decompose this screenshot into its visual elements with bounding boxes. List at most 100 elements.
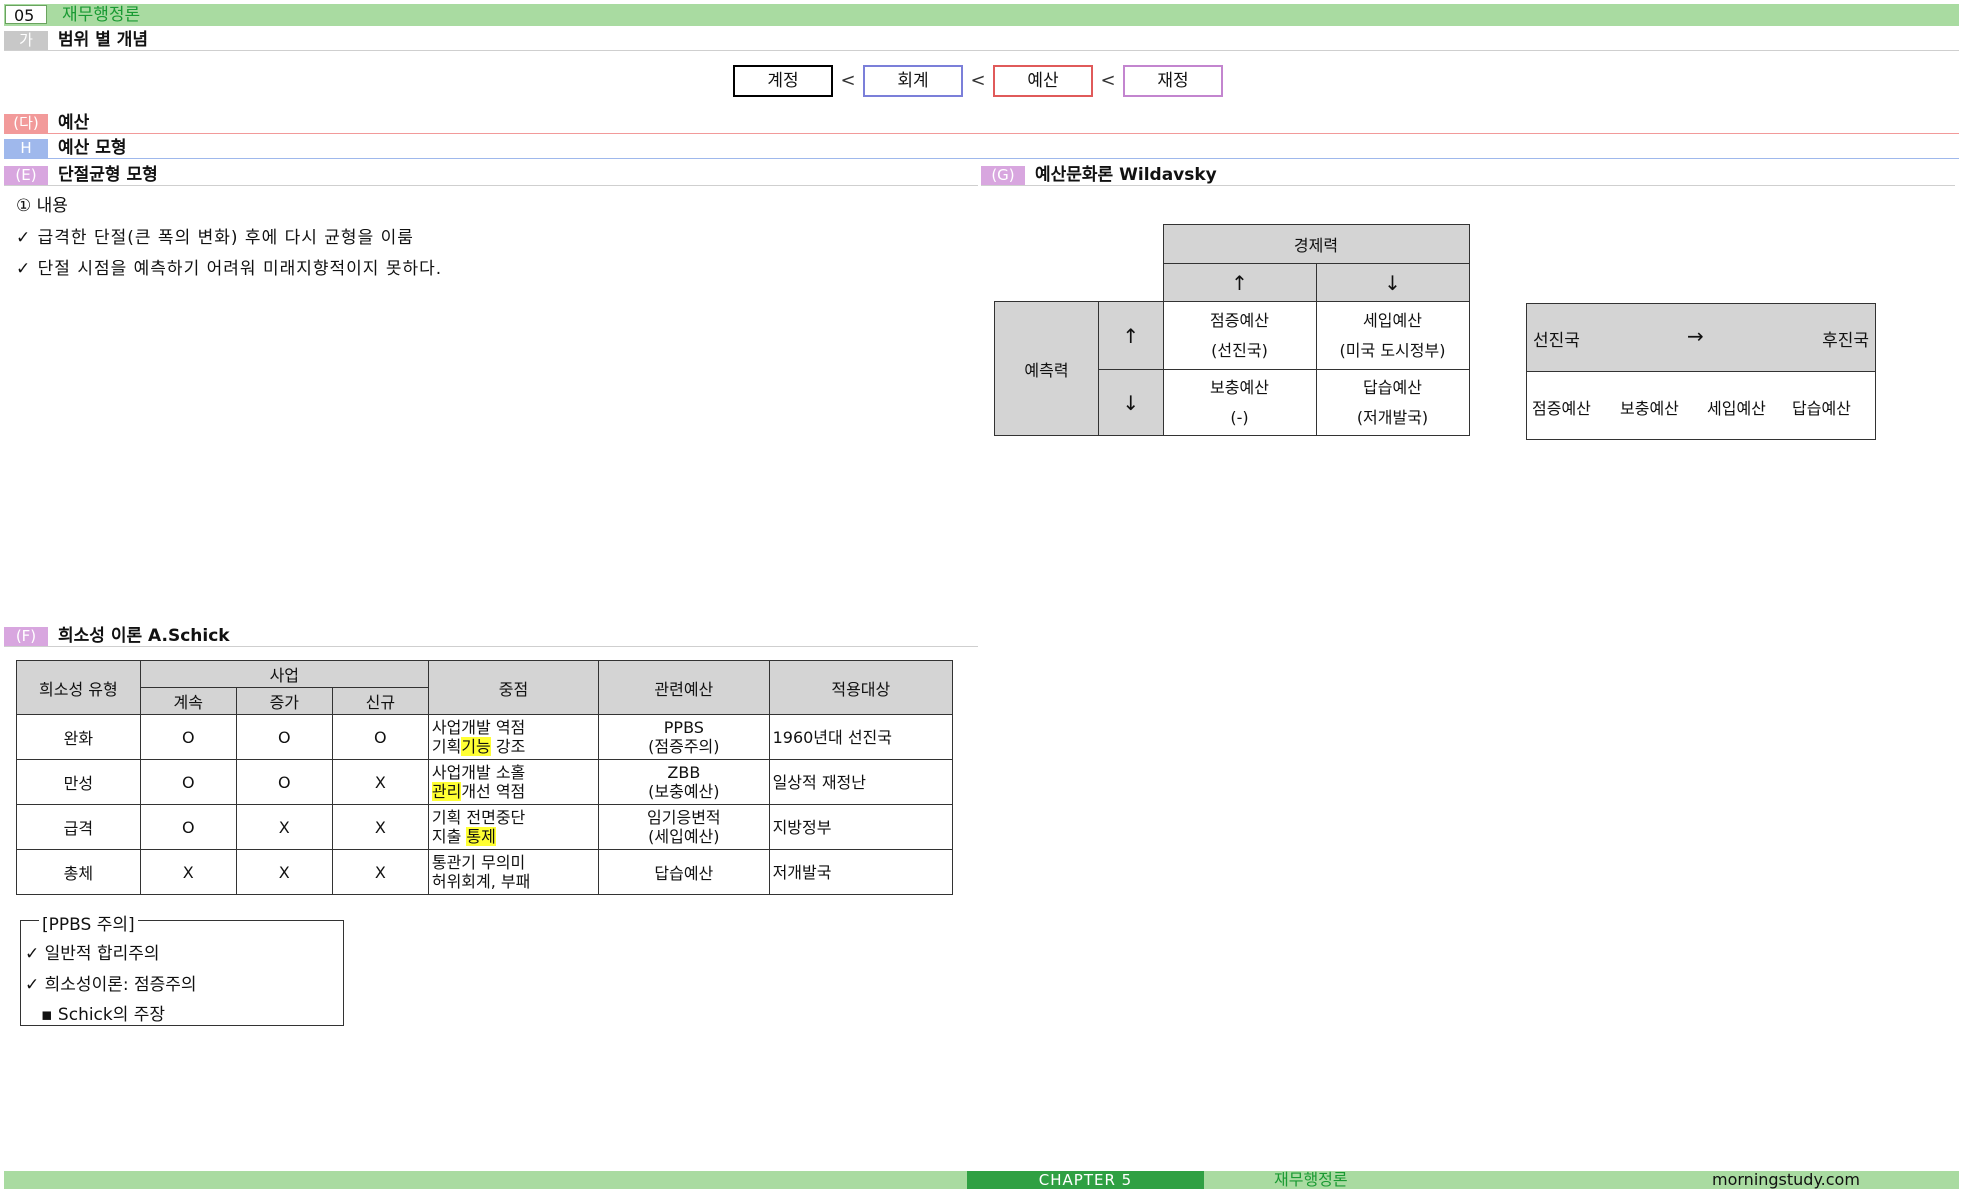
flow-item-accounting: 회계 [863, 65, 963, 97]
matrix-cell: 보충예산 (-) [1162, 369, 1317, 436]
mark-cell: O [235, 714, 333, 760]
header-target: 적용대상 [768, 660, 954, 715]
mark-cell: X [139, 849, 237, 895]
section-tag: (G) [981, 166, 1025, 185]
section-tag: (F) [4, 627, 48, 646]
section-f-heading: (F) 희소성 이론 A.Schick [4, 625, 978, 647]
section-title: 단절균형 모형 [58, 165, 158, 185]
to-label: 후진국 [1822, 331, 1869, 351]
focus-cell: 기획 전면중단 지출 통제 [427, 804, 600, 850]
note-item: ▪ Schick의 주장 [41, 1005, 166, 1025]
note-title: [PPBS 주의] [39, 910, 138, 935]
header-sub: 계속 [139, 687, 237, 715]
mark-cell: O [139, 804, 237, 850]
target-cell: 지방정부 [768, 804, 954, 850]
section-e-heading: (E) 단절균형 모형 [4, 164, 978, 186]
target-cell: 저개발국 [768, 849, 954, 895]
section-title: 예산 [58, 113, 90, 133]
mark-cell: X [331, 804, 429, 850]
header-project: 사업 [139, 660, 429, 688]
mark-cell: O [235, 759, 333, 805]
content-heading: ① 내용 [16, 196, 68, 216]
header-budget: 관련예산 [598, 660, 770, 715]
header-bar [4, 4, 1959, 26]
table-row: 완화 O O O 사업개발 역점 기획기능 강조 PPBS (점증주의) 1960년… [16, 714, 954, 760]
stage-label: 점증예산 [1532, 399, 1591, 418]
mark-cell: X [331, 849, 429, 895]
mark-cell: X [235, 804, 333, 850]
section-ga-heading: 가 범위 별 개념 [4, 29, 1959, 51]
mark-cell: O [139, 714, 237, 760]
footer-chapter: CHAPTER 5 [967, 1171, 1204, 1189]
budget-cell: ZBB (보충예산) [598, 759, 770, 805]
arrow-up-icon: ↑ [1162, 263, 1317, 302]
stage-label: 답습예산 [1792, 399, 1851, 418]
footer-title: 재무행정론 [1274, 1170, 1348, 1189]
header-sub: 신규 [331, 687, 429, 715]
section-title: 희소성 이론 A.Schick [58, 626, 230, 646]
col-header: 경제력 [1162, 224, 1470, 264]
section-tag: (다) [4, 114, 48, 133]
mark-cell: O [139, 759, 237, 805]
bullet-item: ✓ 급격한 단절(큰 폭의 변화) 후에 다시 균형을 이룸 [16, 228, 414, 248]
arrow-right-icon: → [1687, 324, 1704, 348]
target-cell: 1960년대 선진국 [768, 714, 954, 760]
section-tag: H [4, 139, 48, 158]
matrix-cell: 점증예산 (선진국) [1162, 301, 1317, 370]
target-cell: 일상적 재정난 [768, 759, 954, 805]
arrow-down-icon: ↓ [1315, 263, 1470, 302]
footer-site: morningstudy.com [1712, 1170, 1860, 1189]
section-title: 예산문화론 Wildavsky [1035, 165, 1217, 185]
type-cell: 만성 [16, 759, 141, 805]
section-da-heading: (다) 예산 [4, 112, 1959, 134]
flow-item-account: 계정 [733, 65, 833, 97]
mark-cell: O [331, 714, 429, 760]
mark-cell: X [235, 849, 333, 895]
type-cell: 급격 [16, 804, 141, 850]
budget-cell: 임기응변적 (세입예산) [598, 804, 770, 850]
flow-item-budget: 예산 [993, 65, 1093, 97]
header-focus: 중점 [427, 660, 600, 715]
page-title: 재무행정론 [62, 5, 141, 25]
note-item: ✓ 희소성이론: 점증주의 [25, 975, 197, 995]
section-h-heading: H 예산 모형 [4, 137, 1959, 159]
stage-label: 보충예산 [1620, 399, 1679, 418]
section-g-heading: (G) 예산문화론 Wildavsky [981, 164, 1955, 186]
table-row: 총체 X X X 통관기 무의미 허위회계, 부패 답습예산 저개발국 [16, 849, 954, 895]
table-row: 급격 O X X 기획 전면중단 지출 통제 임기응변적 (세입예산) 지방정부 [16, 804, 954, 850]
ppbs-note-box: [PPBS 주의] ✓ 일반적 합리주의 ✓ 희소성이론: 점증주의 ▪ Sch… [20, 910, 344, 1026]
matrix-cell: 답습예산 (저개발국) [1315, 369, 1470, 436]
bullet-item: ✓ 단절 시점을 예측하기 어려워 미래지향적이지 못하다. [16, 259, 443, 279]
flow-diagram: 계정 < 회계 < 예산 < 재정 [733, 65, 1223, 97]
matrix-cell: 세입예산 (미국 도시정부) [1315, 301, 1470, 370]
focus-cell: 사업개발 역점 기획기능 강조 [427, 714, 600, 760]
section-title: 범위 별 개념 [58, 30, 149, 50]
budget-cell: PPBS (점증주의) [598, 714, 770, 760]
arrow-up-icon: ↑ [1098, 301, 1164, 370]
table-row: 만성 O O X 사업개발 소홀 관리개선 역점 ZBB (보충예산) 일상적 재정… [16, 759, 954, 805]
arrow-down-icon: ↓ [1098, 369, 1164, 436]
mark-cell: X [331, 759, 429, 805]
section-title: 예산 모형 [58, 138, 127, 158]
note-item: ✓ 일반적 합리주의 [25, 944, 160, 964]
chapter-number: 05 [5, 5, 47, 25]
focus-cell: 사업개발 소홀 관리개선 역점 [427, 759, 600, 805]
less-than-icon: < [840, 70, 856, 91]
section-tag: (E) [4, 166, 48, 185]
focus-cell: 통관기 무의미 허위회계, 부패 [427, 849, 600, 895]
less-than-icon: < [970, 70, 986, 91]
wildavsky-matrix: 경제력 ↑ ↓ 예측력 ↑ 점증예산 (선진국) 세입예산 (미국 도시정부) ↓ … [994, 224, 1470, 436]
type-cell: 완화 [16, 714, 141, 760]
progression-box: 선진국 → 후진국 점증예산 보충예산 세입예산 답습예산 [1526, 303, 1876, 440]
type-cell: 총체 [16, 849, 141, 895]
budget-cell: 답습예산 [598, 849, 770, 895]
row-header: 예측력 [994, 301, 1099, 436]
from-label: 선진국 [1533, 331, 1580, 351]
flow-item-finance: 재정 [1123, 65, 1223, 97]
header-sub: 증가 [235, 687, 333, 715]
section-tag: 가 [4, 31, 48, 50]
less-than-icon: < [1100, 70, 1116, 91]
stage-label: 세입예산 [1707, 399, 1766, 418]
schick-table: 희소성 유형 사업 중점 관련예산 적용대상 계속 증가 신규 완화 O O O… [16, 660, 954, 895]
header-type: 희소성 유형 [16, 660, 141, 715]
